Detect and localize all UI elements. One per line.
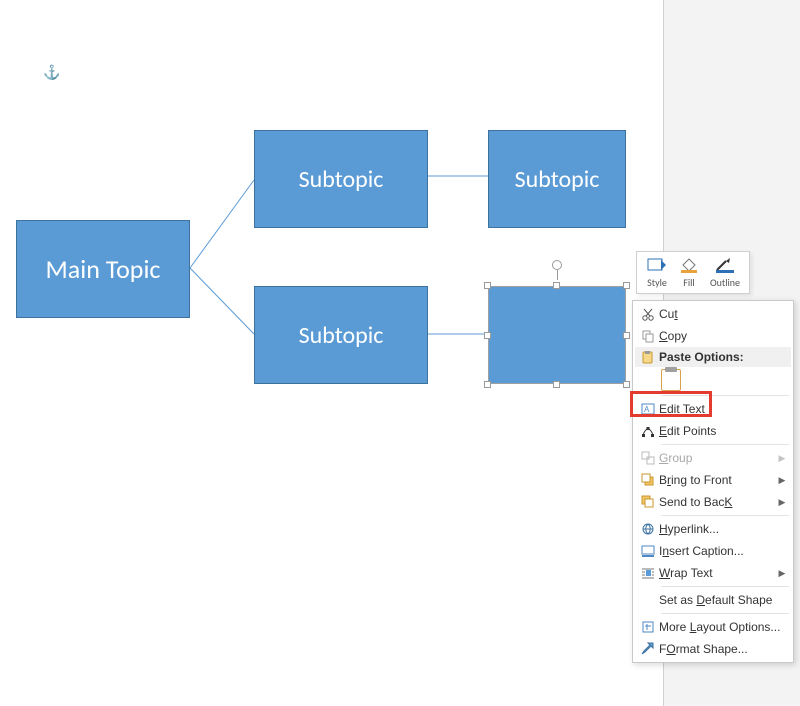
cm-copy[interactable]: Copy <box>635 325 791 347</box>
cm-wrap-text[interactable]: Wrap Text ▶ <box>635 562 791 584</box>
cm-edit-text[interactable]: A Edit Text <box>635 398 791 420</box>
edit-text-icon: A <box>637 399 659 419</box>
mini-toolbar: Style Fill Outline <box>636 251 750 294</box>
shape-subtopic-4-selected[interactable] <box>488 286 626 384</box>
cm-label: FOrmat Shape... <box>659 642 787 656</box>
shape-subtopic-1[interactable]: Subtopic <box>254 130 428 228</box>
copy-icon <box>637 326 659 346</box>
rotation-handle-stick <box>557 270 558 280</box>
selection-handle-ne[interactable] <box>623 282 630 289</box>
shape-subtopic-2[interactable]: Subtopic <box>488 130 626 228</box>
mini-fill-button[interactable]: Fill <box>673 255 705 290</box>
wrap-text-icon <box>637 563 659 583</box>
send-to-back-icon <box>637 492 659 512</box>
bring-to-front-icon <box>637 470 659 490</box>
fill-icon <box>678 256 700 274</box>
cm-group: Group ▶ <box>635 447 791 469</box>
cm-label: Group <box>659 451 777 465</box>
mini-btn-label: Fill <box>683 276 694 289</box>
hyperlink-icon <box>637 519 659 539</box>
selection-handle-e[interactable] <box>623 332 630 339</box>
cm-paste-options-header: Paste Options: <box>635 347 791 367</box>
outline-icon <box>714 256 736 274</box>
shape-subtopic-3[interactable]: Subtopic <box>254 286 428 384</box>
cm-send-to-back[interactable]: Send to BacK ▶ <box>635 491 791 513</box>
selection-handle-se[interactable] <box>623 381 630 388</box>
style-icon <box>646 256 668 274</box>
cm-separator <box>661 444 789 445</box>
shape-label: Main Topic <box>46 253 161 285</box>
cm-edit-points[interactable]: Edit Points <box>635 420 791 442</box>
cm-separator <box>661 586 789 587</box>
cut-icon <box>637 304 659 324</box>
cm-separator <box>661 395 789 396</box>
cm-insert-caption[interactable]: Insert Caption... <box>635 540 791 562</box>
submenu-arrow-icon: ▶ <box>777 453 787 464</box>
cm-label: Paste Options: <box>659 350 787 364</box>
shape-label: Subtopic <box>299 321 384 350</box>
shape-main-topic[interactable]: Main Topic <box>16 220 190 318</box>
selection-handle-nw[interactable] <box>484 282 491 289</box>
insert-caption-icon <box>637 541 659 561</box>
context-menu: Cut Copy Paste Options: A Edit Text Edit… <box>632 300 794 663</box>
cm-label: Set as Default Shape <box>659 593 787 607</box>
selection-handle-n[interactable] <box>553 282 560 289</box>
cm-label: Edit Text <box>659 402 787 416</box>
submenu-arrow-icon: ▶ <box>777 568 787 579</box>
mini-btn-label: Style <box>647 276 667 289</box>
svg-text:A: A <box>644 405 650 414</box>
mini-style-button[interactable]: Style <box>641 255 673 290</box>
cm-label: Cut <box>659 307 787 321</box>
cm-separator <box>661 613 789 614</box>
cm-hyperlink[interactable]: Hyperlink... <box>635 518 791 540</box>
cm-label: Copy <box>659 329 787 343</box>
rotation-handle[interactable] <box>552 260 562 270</box>
cm-label: Send to BacK <box>659 495 777 509</box>
cm-more-layout-options[interactable]: More Layout Options... <box>635 616 791 638</box>
cm-paste-option-keep[interactable] <box>635 367 791 393</box>
group-icon <box>637 448 659 468</box>
selection-handle-sw[interactable] <box>484 381 491 388</box>
blank-icon <box>637 590 659 610</box>
shape-label: Subtopic <box>515 165 600 194</box>
cm-set-default-shape[interactable]: Set as Default Shape <box>635 589 791 611</box>
cm-label: Bring to Front <box>659 473 777 487</box>
submenu-arrow-icon: ▶ <box>777 475 787 486</box>
paste-option-icon <box>661 369 681 391</box>
submenu-arrow-icon: ▶ <box>777 497 787 508</box>
cm-format-shape[interactable]: FOrmat Shape... <box>635 638 791 660</box>
cm-cut[interactable]: Cut <box>635 303 791 325</box>
more-layout-icon <box>637 617 659 637</box>
mini-outline-button[interactable]: Outline <box>705 255 745 290</box>
cm-separator <box>661 515 789 516</box>
mini-btn-label: Outline <box>710 276 740 289</box>
cm-label: Wrap Text <box>659 566 777 580</box>
cm-label: Hyperlink... <box>659 522 787 536</box>
shape-label: Subtopic <box>299 165 384 194</box>
anchor-icon: ⚓ <box>43 64 57 80</box>
format-shape-icon <box>637 639 659 659</box>
cm-label: Insert Caption... <box>659 544 787 558</box>
cm-label: Edit Points <box>659 424 787 438</box>
selection-handle-w[interactable] <box>484 332 491 339</box>
cm-bring-to-front[interactable]: Bring to Front ▶ <box>635 469 791 491</box>
selection-handle-s[interactable] <box>553 381 560 388</box>
edit-points-icon <box>637 421 659 441</box>
paste-icon <box>637 347 659 367</box>
cm-label: More Layout Options... <box>659 620 787 634</box>
